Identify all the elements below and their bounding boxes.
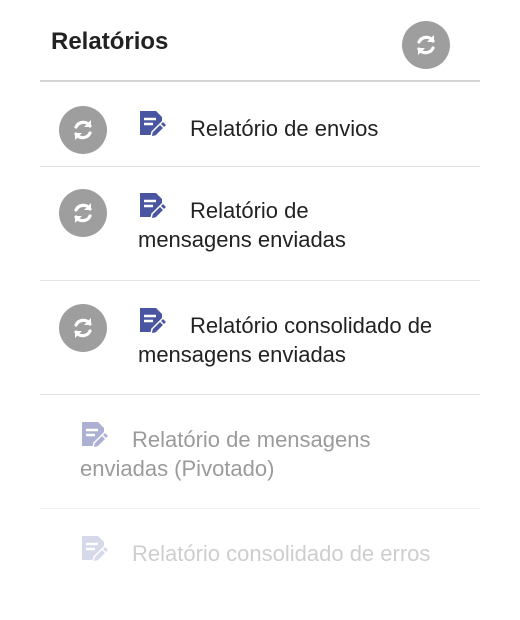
page-title: Relatórios: [51, 28, 169, 55]
refresh-icon[interactable]: [59, 106, 107, 154]
report-label: Relatório consolidado de mensagens envia…: [138, 313, 433, 367]
report-item[interactable]: Relatório de mensagens enviadas: [40, 167, 480, 281]
report-label: Relatório de mensagens enviadas (Pivotad…: [80, 427, 371, 481]
report-label: Relatório de envios: [190, 116, 379, 141]
refresh-icon[interactable]: [59, 304, 107, 352]
report-item[interactable]: Relatório de envios: [40, 83, 480, 167]
reports-panel: Relatórios Relatório de envios Relatório…: [0, 0, 520, 620]
report-item[interactable]: Relatório consolidado de erros: [40, 509, 480, 620]
refresh-icon[interactable]: [59, 189, 107, 237]
report-label: Relatório de mensagens enviadas: [138, 198, 346, 252]
report-item[interactable]: Relatório de mensagens enviadas (Pivotad…: [40, 395, 480, 509]
panel-header: Relatórios: [40, 0, 480, 82]
report-item[interactable]: Relatório consolidado de mensagens envia…: [40, 281, 480, 395]
refresh-icon[interactable]: [402, 21, 450, 69]
report-label: Relatório consolidado de erros: [132, 541, 431, 566]
